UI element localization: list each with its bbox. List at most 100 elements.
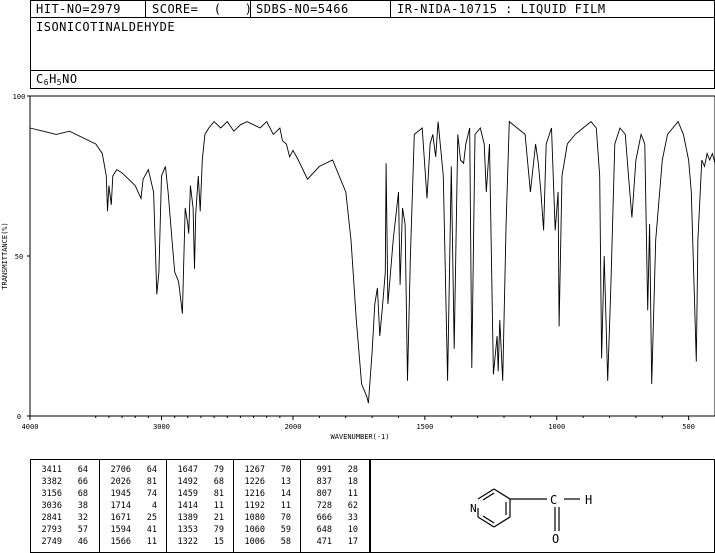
peak-row: 1192 11: [237, 501, 291, 512]
peak-wavenumber: 837: [316, 477, 332, 487]
peak-wavenumber: 1671: [110, 513, 131, 523]
peak-wavenumber: 1647: [177, 465, 198, 475]
x-tick-label: 500: [682, 423, 695, 431]
peak-wavenumber: 3382: [41, 477, 62, 487]
peak-wavenumber: 1945: [110, 489, 131, 499]
peak-row: 1216 14: [237, 489, 291, 500]
peak-transmittance: 18: [347, 477, 358, 487]
peak-transmittance: 32: [77, 513, 88, 523]
peak-transmittance: 64: [77, 465, 88, 475]
atom-h: H: [585, 493, 592, 507]
peak-wavenumber: 2706: [110, 465, 131, 475]
peak-row: 1566 11: [103, 537, 157, 548]
atom-c: C: [550, 493, 557, 507]
peak-wavenumber: 991: [316, 465, 332, 475]
peak-wavenumber: 1594: [110, 525, 131, 535]
spectrum-line: [29, 120, 715, 404]
peak-row: 2706 64: [103, 465, 157, 476]
peak-transmittance: 81: [146, 477, 157, 487]
peak-wavenumber: 1492: [177, 477, 198, 487]
peak-transmittance: 21: [213, 513, 224, 523]
peak-row: 728 62: [304, 501, 358, 512]
peak-transmittance: 41: [146, 525, 157, 535]
peak-row: 2841 32: [34, 513, 88, 524]
peak-row: 3382 66: [34, 477, 88, 488]
peak-wavenumber: 3156: [41, 489, 62, 499]
peak-transmittance: 11: [280, 501, 291, 511]
atom-o: O: [552, 532, 559, 546]
peak-transmittance: 79: [213, 465, 224, 475]
peak-row: 3156 68: [34, 489, 88, 500]
peak-wavenumber: 1566: [110, 537, 131, 547]
peak-transmittance: 64: [146, 465, 157, 475]
peak-wavenumber: 1006: [244, 537, 265, 547]
peak-transmittance: 59: [280, 525, 291, 535]
peak-wavenumber: 2026: [110, 477, 131, 487]
peak-row: 1006 58: [237, 537, 291, 548]
peak-transmittance: 10: [347, 525, 358, 535]
peak-wavenumber: 1389: [177, 513, 198, 523]
peak-wavenumber: 471: [316, 537, 332, 547]
peak-transmittance: 15: [213, 537, 224, 547]
peak-transmittance: 33: [347, 513, 358, 523]
peak-transmittance: 38: [77, 501, 88, 511]
peak-transmittance: 62: [347, 501, 358, 511]
plot-frame: [29, 95, 715, 417]
table-sep-1: [99, 459, 100, 553]
peak-wavenumber: 3036: [41, 501, 62, 511]
table-sep-3: [233, 459, 234, 553]
peak-row: 648 10: [304, 525, 358, 536]
table-sep-4: [300, 459, 301, 553]
peak-row: 1267 70: [237, 465, 291, 476]
peak-wavenumber: 2749: [41, 537, 62, 547]
peak-wavenumber: 1353: [177, 525, 198, 535]
peak-row: 1226 13: [237, 477, 291, 488]
y-axis-label: TRANSMITTANCE(%): [1, 222, 9, 289]
peak-wavenumber: 1267: [244, 465, 265, 475]
peak-wavenumber: 1192: [244, 501, 265, 511]
peak-wavenumber: 807: [316, 489, 332, 499]
peak-row: 1594 41: [103, 525, 157, 536]
peak-row: 1322 15: [170, 537, 224, 548]
peak-row: 1492 68: [170, 477, 224, 488]
peak-transmittance: 46: [77, 537, 88, 547]
peak-wavenumber: 1060: [244, 525, 265, 535]
ir-spectrum-chart: 4000 3000 2000 1500 1000 500 0 50 100 WAVENUMBER…: [1, 93, 715, 441]
y-tick-label: 100: [13, 93, 26, 101]
peak-row: 2793 57: [34, 525, 88, 536]
peak-transmittance: 66: [77, 477, 88, 487]
peak-wavenumber: 2841: [41, 513, 62, 523]
peak-wavenumber: 1714: [110, 501, 131, 511]
peak-row: 1414 11: [170, 501, 224, 512]
peak-row: 1389 21: [170, 513, 224, 524]
peak-row: 1353 79: [170, 525, 224, 536]
peak-row: 666 33: [304, 513, 358, 524]
peak-wavenumber: 1414: [177, 501, 198, 511]
x-axis-label: WAVENUMBER(-1): [330, 433, 389, 441]
peak-transmittance: 11: [146, 537, 157, 547]
peak-wavenumber: 3411: [41, 465, 62, 475]
peak-row: 1714 4: [103, 501, 157, 512]
peak-row: 1945 74: [103, 489, 157, 500]
peak-transmittance: 70: [280, 513, 291, 523]
peak-wavenumber: 1322: [177, 537, 198, 547]
peak-transmittance: 14: [280, 489, 291, 499]
x-tick-label: 1000: [548, 423, 565, 431]
peak-transmittance: 17: [347, 537, 358, 547]
peak-wavenumber: 1226: [244, 477, 265, 487]
peak-transmittance: 25: [146, 513, 157, 523]
peak-row: 1671 25: [103, 513, 157, 524]
peak-transmittance: 81: [213, 489, 224, 499]
x-tick-label: 2000: [285, 423, 302, 431]
peak-row: 2749 46: [34, 537, 88, 548]
peak-wavenumber: 1216: [244, 489, 265, 499]
peak-row: 3036 38: [34, 501, 88, 512]
peak-row: 1080 70: [237, 513, 291, 524]
y-tick-label: 0: [17, 413, 21, 421]
peak-row: 837 18: [304, 477, 358, 488]
peak-row: 1459 81: [170, 489, 224, 500]
atom-n: N: [470, 502, 477, 515]
peak-wavenumber: 1459: [177, 489, 198, 499]
x-tick-label: 3000: [153, 423, 170, 431]
peak-transmittance: 68: [213, 477, 224, 487]
